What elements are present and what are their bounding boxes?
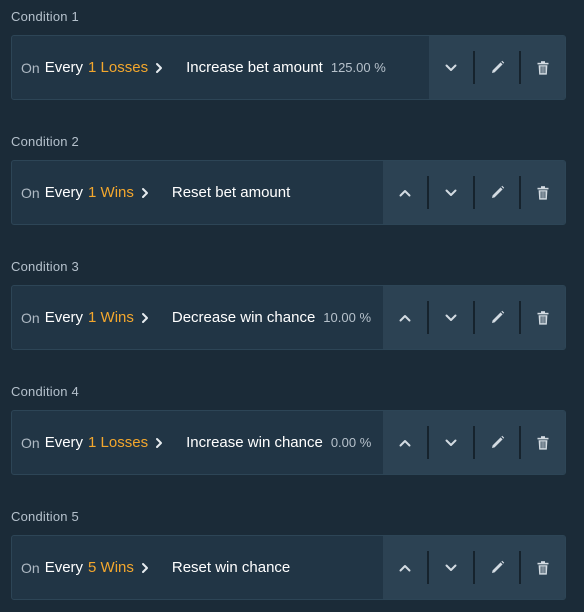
on-label: On: [21, 59, 40, 76]
condition-block: Condition 5 On Every 5 Wins Reset win chance: [0, 509, 584, 604]
pencil-icon: [490, 435, 505, 450]
edit-button[interactable]: [475, 161, 519, 224]
every-label: Every: [44, 309, 84, 326]
move-up-button[interactable]: [383, 161, 427, 224]
condition-rule: On Every 1 Losses Increase bet amount 125.00…: [21, 36, 386, 99]
chevron-right-icon: [152, 436, 166, 450]
trigger-count: 1 Losses: [88, 59, 149, 76]
trigger-count: 1 Wins: [88, 184, 134, 201]
edit-button[interactable]: [475, 286, 519, 349]
action-value: 125.00 %: [330, 60, 386, 75]
edit-button[interactable]: [475, 36, 519, 99]
on-label: On: [21, 184, 40, 201]
condition-card: On Every 1 Wins Reset bet amount: [11, 160, 566, 225]
action-value: 0.00 %: [330, 435, 372, 450]
action-label: Decrease win chance: [171, 309, 316, 326]
trigger-count: 1 Losses: [88, 434, 149, 451]
move-up-button[interactable]: [383, 536, 427, 599]
condition-card: On Every 1 Losses Increase bet amount 125.00…: [11, 35, 566, 100]
condition-actions: [383, 161, 565, 224]
chevron-right-icon: [138, 561, 152, 575]
on-label: On: [21, 559, 40, 576]
chevron-up-icon: [399, 564, 411, 572]
condition-title: Condition 1: [11, 9, 79, 24]
condition-rule: On Every 1 Wins Decrease win chance 10.00 %: [21, 286, 371, 349]
trash-icon: [537, 60, 549, 75]
trash-icon: [537, 435, 549, 450]
condition-block: Condition 1 On Every 1 Losses Increase bet a…: [0, 9, 584, 104]
move-down-button[interactable]: [429, 161, 473, 224]
on-label: On: [21, 434, 40, 451]
on-label: On: [21, 309, 40, 326]
chevron-right-icon: [138, 186, 152, 200]
trash-icon: [537, 185, 549, 200]
chevron-down-icon: [445, 439, 457, 447]
action-label: Increase win chance: [186, 434, 323, 451]
condition-title: Condition 3: [11, 259, 79, 274]
condition-rule: On Every 1 Wins Reset bet amount: [21, 161, 290, 224]
condition-card: On Every 1 Losses Increase win chance 0.00 %: [11, 410, 566, 475]
action-label: Increase bet amount: [186, 59, 323, 76]
condition-actions: [383, 286, 565, 349]
move-down-button[interactable]: [429, 411, 473, 474]
chevron-up-icon: [399, 439, 411, 447]
condition-block: Condition 4 On Every 1 Losses Increase win c…: [0, 384, 584, 479]
edit-button[interactable]: [475, 536, 519, 599]
chevron-down-icon: [445, 64, 457, 72]
every-label: Every: [44, 434, 84, 451]
every-label: Every: [44, 184, 84, 201]
move-down-button[interactable]: [429, 536, 473, 599]
action-label: Reset win chance: [171, 559, 291, 576]
move-up-button[interactable]: [383, 286, 427, 349]
delete-button[interactable]: [521, 286, 565, 349]
action-label: Reset bet amount: [171, 184, 291, 201]
chevron-up-icon: [399, 189, 411, 197]
condition-card: On Every 5 Wins Reset win chance: [11, 535, 566, 600]
pencil-icon: [490, 185, 505, 200]
pencil-icon: [490, 310, 505, 325]
condition-actions: [383, 536, 565, 599]
move-down-button[interactable]: [429, 36, 473, 99]
delete-button[interactable]: [521, 536, 565, 599]
chevron-down-icon: [445, 189, 457, 197]
delete-button[interactable]: [521, 36, 565, 99]
condition-block: Condition 2 On Every 1 Wins Reset bet amount: [0, 134, 584, 229]
pencil-icon: [490, 560, 505, 575]
condition-block: Condition 3 On Every 1 Wins Decrease win cha…: [0, 259, 584, 354]
condition-title: Condition 2: [11, 134, 79, 149]
action-value: 10.00 %: [323, 310, 371, 325]
trigger-count: 5 Wins: [88, 559, 134, 576]
chevron-down-icon: [445, 314, 457, 322]
condition-actions: [429, 36, 565, 99]
trash-icon: [537, 560, 549, 575]
every-label: Every: [44, 59, 84, 76]
move-down-button[interactable]: [429, 286, 473, 349]
delete-button[interactable]: [521, 411, 565, 474]
every-label: Every: [44, 559, 84, 576]
condition-title: Condition 5: [11, 509, 79, 524]
conditions-panel: Condition 1 On Every 1 Losses Increase bet a…: [0, 0, 584, 612]
condition-card: On Every 1 Wins Decrease win chance 10.00 %: [11, 285, 566, 350]
condition-rule: On Every 5 Wins Reset win chance: [21, 536, 290, 599]
trash-icon: [537, 310, 549, 325]
trigger-count: 1 Wins: [88, 309, 134, 326]
chevron-right-icon: [152, 61, 166, 75]
move-up-button[interactable]: [383, 411, 427, 474]
chevron-right-icon: [138, 311, 152, 325]
condition-actions: [383, 411, 565, 474]
condition-rule: On Every 1 Losses Increase win chance 0.00 %: [21, 411, 371, 474]
chevron-down-icon: [445, 564, 457, 572]
condition-title: Condition 4: [11, 384, 79, 399]
delete-button[interactable]: [521, 161, 565, 224]
edit-button[interactable]: [475, 411, 519, 474]
pencil-icon: [490, 60, 505, 75]
chevron-up-icon: [399, 314, 411, 322]
